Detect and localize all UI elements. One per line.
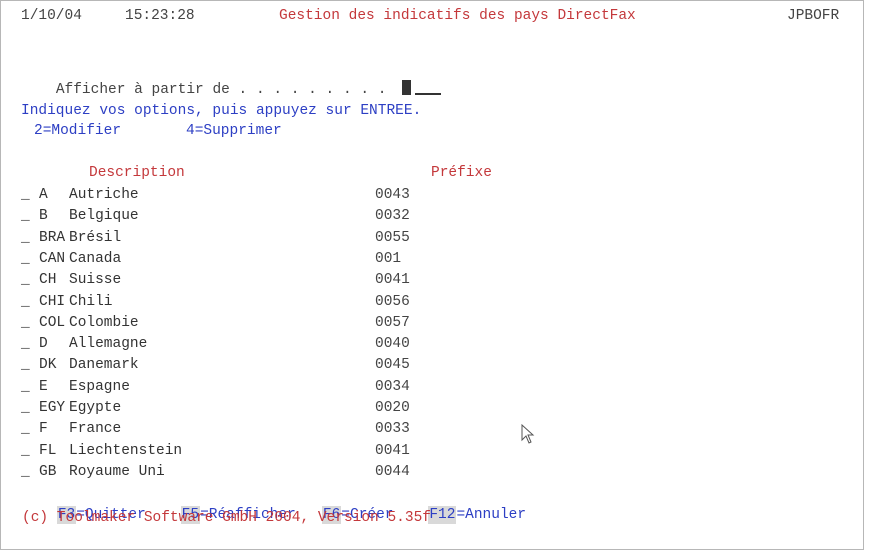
- row-option-input[interactable]: _: [21, 462, 33, 482]
- cursor-icon: [402, 80, 412, 95]
- row-option-input[interactable]: _: [21, 185, 33, 205]
- row-prefix: 0056: [375, 293, 410, 310]
- terminal-screen: 1/10/04 15:23:28 Gestion des indicatifs …: [0, 0, 864, 550]
- row-prefix: 001: [375, 250, 402, 267]
- row-option-input[interactable]: _: [21, 441, 33, 461]
- row-prefix: 0033: [375, 421, 410, 438]
- instructions-text: Indiquez vos options, puis appuyez sur E…: [21, 103, 422, 119]
- table-row: _ CHI Chili 0056: [21, 292, 410, 312]
- row-code: CH: [39, 272, 57, 289]
- row-description: France: [69, 421, 122, 438]
- row-description: Belgique: [69, 208, 139, 225]
- header-date: 1/10/04: [21, 8, 82, 24]
- row-option-input[interactable]: _: [21, 206, 33, 226]
- row-description: Colombie: [69, 314, 139, 331]
- table-row: _ BRA Brésil 0055: [21, 228, 410, 248]
- row-prefix: 0040: [375, 336, 410, 353]
- header-title: Gestion des indicatifs des pays DirectFa…: [279, 8, 636, 24]
- column-header-prefix: Préfixe: [431, 165, 492, 181]
- row-code: F: [39, 421, 48, 438]
- row-code: GB: [39, 463, 57, 480]
- row-option-input[interactable]: _: [21, 313, 33, 333]
- header-program: JPBOFR: [787, 8, 840, 24]
- table-row: _ DK Danemark 0045: [21, 355, 410, 375]
- row-description: Allemagne: [69, 336, 148, 353]
- row-option-input[interactable]: _: [21, 419, 33, 439]
- copyright-text: (c) Toolmaker Software GmbH 2004, Versio…: [22, 510, 431, 526]
- table-row: _ EGY Egypte 0020: [21, 398, 410, 418]
- row-prefix: 0020: [375, 400, 410, 416]
- option-delete: 4=Supprimer: [186, 123, 282, 139]
- row-option-input[interactable]: _: [21, 334, 33, 354]
- row-description: Autriche: [69, 187, 139, 203]
- row-option-input[interactable]: _: [21, 249, 33, 269]
- row-code: COL: [39, 314, 66, 331]
- row-prefix: 0041: [375, 442, 410, 459]
- row-code: CHI: [39, 293, 66, 310]
- row-code: B: [39, 208, 48, 225]
- position-input[interactable]: [415, 78, 442, 95]
- row-description: Danemark: [69, 357, 139, 374]
- table-row: _ CAN Canada 001: [21, 249, 401, 269]
- row-option-input[interactable]: _: [21, 398, 33, 418]
- row-description: Canada: [69, 250, 122, 267]
- row-description: Liechtenstein: [69, 442, 183, 459]
- table-row: _ B Belgique 0032: [21, 206, 410, 226]
- column-header-description: Description: [89, 165, 185, 181]
- row-prefix: 0044: [375, 463, 410, 480]
- row-code: D: [39, 336, 48, 353]
- option-modify: 2=Modifier: [34, 123, 122, 139]
- row-prefix: 0057: [375, 314, 410, 331]
- row-code: E: [39, 378, 48, 395]
- row-code: DK: [39, 357, 57, 374]
- table-row: _ GB Royaume Uni 0044: [21, 462, 410, 482]
- row-description: Suisse: [69, 272, 122, 289]
- row-option-input[interactable]: _: [21, 292, 33, 312]
- row-option-input[interactable]: _: [21, 228, 33, 248]
- fkey-cancel[interactable]: F12=Annuler: [428, 506, 526, 524]
- row-option-input[interactable]: _: [21, 270, 33, 290]
- row-code: BRA: [39, 229, 66, 246]
- row-option-input[interactable]: _: [21, 377, 33, 397]
- row-code: CAN: [39, 250, 66, 267]
- row-prefix: 0041: [375, 272, 410, 289]
- row-description: Egypte: [69, 400, 122, 416]
- row-code: EGY: [39, 400, 66, 416]
- mouse-pointer-icon: [521, 424, 535, 444]
- table-row: _ FL Liechtenstein 0041: [21, 441, 410, 461]
- row-code: FL: [39, 442, 57, 459]
- row-code: A: [39, 187, 48, 203]
- table-row: _ COL Colombie 0057: [21, 313, 410, 333]
- row-prefix: 0043: [375, 187, 410, 203]
- position-label: Afficher à partir de . . . . . . . . .: [55, 82, 387, 98]
- header-time: 15:23:28: [125, 8, 195, 24]
- row-prefix: 0034: [375, 378, 410, 395]
- row-option-input[interactable]: _: [21, 355, 33, 375]
- table-row: _ F France 0033: [21, 419, 410, 439]
- table-row: _ A Autriche 0043: [21, 185, 410, 205]
- row-description: Chili: [69, 293, 113, 310]
- row-description: Brésil: [69, 229, 122, 246]
- row-prefix: 0032: [375, 208, 410, 225]
- table-row: _ CH Suisse 0041: [21, 270, 410, 290]
- table-row: _ D Allemagne 0040: [21, 334, 410, 354]
- table-row: _ E Espagne 0034: [21, 377, 410, 397]
- row-description: Royaume Uni: [69, 463, 165, 480]
- row-prefix: 0045: [375, 357, 410, 374]
- row-prefix: 0055: [375, 229, 410, 246]
- row-description: Espagne: [69, 378, 130, 395]
